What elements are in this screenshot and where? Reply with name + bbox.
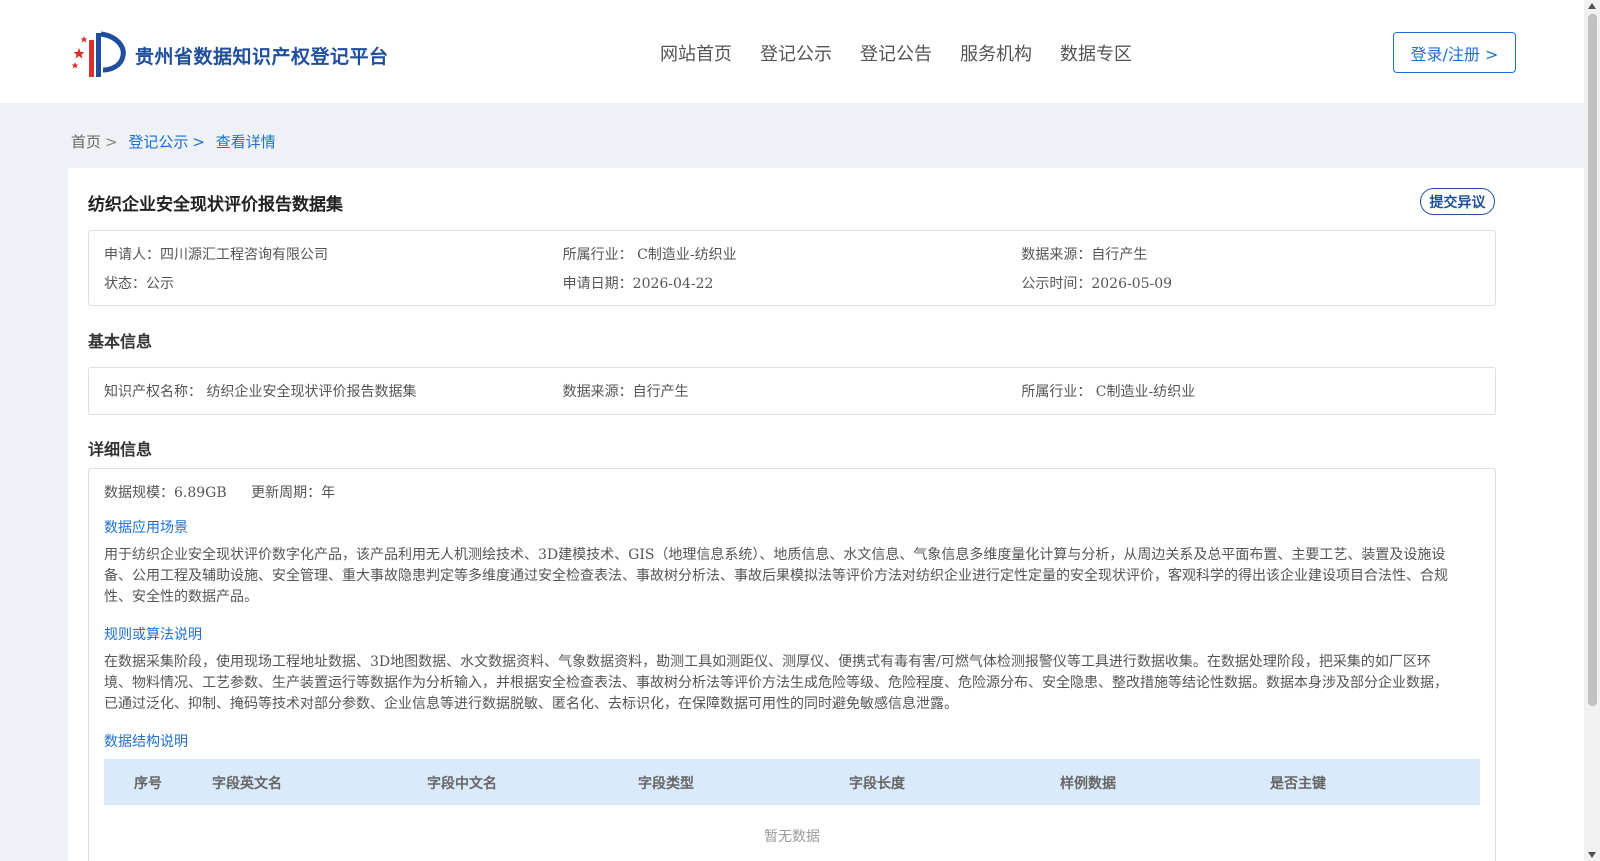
scenario-heading: 数据应用场景 (104, 520, 188, 536)
page-scrollbar[interactable] (1584, 0, 1600, 861)
basic-source-field: 数据来源：自行产生 (562, 384, 689, 400)
page-title: 纺织企业安全现状评价报告数据集 (88, 195, 343, 215)
basic-info-heading: 基本信息 (88, 332, 153, 351)
publish-date-field: 公示时间：2026-05-09 (1021, 276, 1173, 292)
submit-objection-button[interactable]: 提交异议 (1420, 188, 1495, 215)
detail-info-heading: 详细信息 (88, 440, 153, 459)
nav-home[interactable]: 网站首页 (660, 40, 732, 66)
login-register-button[interactable]: 登录/注册 > (1393, 32, 1516, 73)
industry-field: 所属行业： C制造业-纺织业 (562, 247, 737, 263)
nav-registration-publicity[interactable]: 登记公示 (760, 40, 832, 66)
main-nav: 网站首页 登记公示 登记公告 服务机构 数据专区 (660, 40, 1160, 66)
column-header: 样例数据 (1060, 776, 1116, 792)
site-title[interactable]: 贵州省数据知识产权登记平台 (135, 42, 389, 69)
detail-info-box: 数据规模：6.89GB 更新周期：年 数据应用场景 用于纺织企业安全现状评价数字… (88, 468, 1496, 861)
scroll-down-icon[interactable] (1588, 852, 1596, 858)
breadcrumb-home[interactable]: 首页 (71, 133, 101, 151)
summary-box: 申请人：四川源汇工程咨询有限公司 所属行业： C制造业-纺织业 数据来源：自行产… (88, 230, 1496, 306)
scroll-up-icon[interactable] (1588, 3, 1596, 9)
column-header: 是否主键 (1270, 776, 1326, 792)
breadcrumb-separator: > (192, 133, 205, 151)
column-header: 字段长度 (849, 776, 905, 792)
nav-registration-announcement[interactable]: 登记公告 (860, 40, 932, 66)
scenario-text: 用于纺织企业安全现状评价数字化产品，该产品利用无人机测绘技术、3D建模技术、GI… (104, 547, 1448, 605)
empty-table-text: 暂无数据 (764, 829, 820, 845)
data-scale: 数据规模：6.89GB (104, 485, 227, 501)
column-header: 字段类型 (638, 776, 694, 792)
source-field: 数据来源：自行产生 (1021, 247, 1148, 263)
breadcrumb-list[interactable]: 登记公示 (128, 133, 188, 151)
status-field: 状态：公示 (104, 276, 174, 292)
column-header: 字段中文名 (427, 776, 497, 792)
rules-heading: 规则或算法说明 (104, 627, 202, 643)
breadcrumb-separator: > (105, 133, 118, 151)
column-header: 字段英文名 (212, 776, 282, 792)
update-cycle: 更新周期：年 (251, 485, 336, 501)
site-logo-icon[interactable] (71, 28, 129, 78)
structure-heading: 数据结构说明 (104, 734, 188, 750)
breadcrumb: 首页 > 登记公示 > 查看详情 (71, 131, 276, 152)
scrollbar-thumb[interactable] (1588, 14, 1597, 706)
ip-name-field: 知识产权名称： 纺织企业安全现状评价报告数据集 (104, 384, 417, 400)
nav-service-agencies[interactable]: 服务机构 (960, 40, 1032, 66)
basic-info-box: 知识产权名称： 纺织企业安全现状评价报告数据集 数据来源：自行产生 所属行业： … (88, 367, 1496, 415)
column-header: 序号 (134, 776, 162, 792)
apply-date-field: 申请日期：2026-04-22 (562, 276, 714, 292)
top-header: 贵州省数据知识产权登记平台 网站首页 登记公示 登记公告 服务机构 数据专区 登… (0, 0, 1584, 103)
basic-industry-field: 所属行业： C制造业-纺织业 (1021, 384, 1196, 400)
detail-card: 纺织企业安全现状评价报告数据集 提交异议 申请人：四川源汇工程咨询有限公司 所属… (68, 168, 1600, 861)
applicant-field: 申请人：四川源汇工程咨询有限公司 (104, 247, 328, 263)
table-header: 序号 字段英文名 字段中文名 字段类型 字段长度 样例数据 是否主键 (104, 759, 1480, 805)
rules-text: 在数据采集阶段，使用现场工程地址数据、3D地图数据、水文数据资料、气象数据资料，… (104, 654, 1448, 712)
breadcrumb-current: 查看详情 (215, 133, 276, 151)
nav-data-zone[interactable]: 数据专区 (1060, 40, 1132, 66)
data-meta: 数据规模：6.89GB 更新周期：年 (104, 482, 355, 502)
